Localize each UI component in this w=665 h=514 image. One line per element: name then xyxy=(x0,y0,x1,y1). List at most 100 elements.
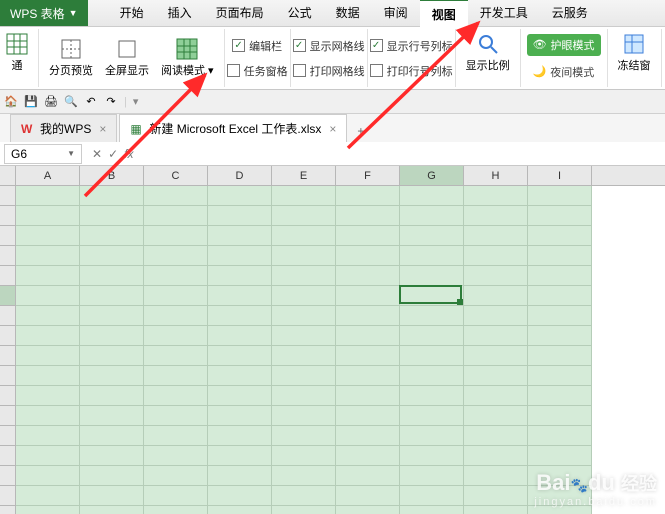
row-header[interactable] xyxy=(0,406,16,426)
cell[interactable] xyxy=(16,246,80,266)
column-header[interactable]: A xyxy=(16,166,80,185)
cell[interactable] xyxy=(272,346,336,366)
cell[interactable] xyxy=(144,366,208,386)
cell[interactable] xyxy=(272,286,336,306)
cell[interactable] xyxy=(272,466,336,486)
cell[interactable] xyxy=(80,466,144,486)
cell[interactable] xyxy=(336,426,400,446)
fullscreen-button[interactable]: 全屏显示 xyxy=(101,36,153,80)
cell[interactable] xyxy=(400,386,464,406)
cell[interactable] xyxy=(272,446,336,466)
checkbox-edit-bar[interactable]: ✓编辑栏 xyxy=(232,38,282,54)
menu-item-6[interactable]: 视图 xyxy=(420,0,468,28)
cell[interactable] xyxy=(400,246,464,266)
cell[interactable] xyxy=(336,446,400,466)
cell[interactable] xyxy=(16,406,80,426)
cell[interactable] xyxy=(16,306,80,326)
cell[interactable] xyxy=(400,186,464,206)
cell[interactable] xyxy=(336,486,400,506)
cell[interactable] xyxy=(528,406,592,426)
cell[interactable] xyxy=(400,346,464,366)
fx-icon[interactable]: fx xyxy=(124,147,133,161)
cell[interactable] xyxy=(400,466,464,486)
cell[interactable] xyxy=(16,366,80,386)
cell[interactable] xyxy=(272,506,336,514)
cell[interactable] xyxy=(336,406,400,426)
cell[interactable] xyxy=(80,266,144,286)
cell[interactable] xyxy=(400,306,464,326)
cell[interactable] xyxy=(336,366,400,386)
cell[interactable] xyxy=(80,386,144,406)
ribbon-partial-button[interactable]: 通 xyxy=(2,31,32,75)
cell[interactable] xyxy=(208,366,272,386)
cell[interactable] xyxy=(400,486,464,506)
cell[interactable] xyxy=(272,306,336,326)
cell[interactable] xyxy=(144,486,208,506)
read-mode-button[interactable]: 阅读模式 ▾ xyxy=(157,36,218,80)
row-header[interactable] xyxy=(0,506,16,514)
preview-icon[interactable]: 🔍 xyxy=(64,95,78,109)
cell[interactable] xyxy=(144,446,208,466)
cell[interactable] xyxy=(400,286,464,306)
print-icon[interactable]: 🖨 xyxy=(44,95,58,109)
cell[interactable] xyxy=(16,386,80,406)
row-header[interactable] xyxy=(0,306,16,326)
cell[interactable] xyxy=(208,326,272,346)
menu-item-4[interactable]: 数据 xyxy=(324,0,372,28)
cell[interactable] xyxy=(80,346,144,366)
quickbar-overflow-icon[interactable]: ▾ xyxy=(133,95,139,108)
doc-tab-mywps[interactable]: W 我的WPS × xyxy=(10,114,117,142)
column-header[interactable]: E xyxy=(272,166,336,185)
cancel-icon[interactable]: ✕ xyxy=(92,147,102,161)
cell[interactable] xyxy=(144,186,208,206)
cell[interactable] xyxy=(528,226,592,246)
cell[interactable] xyxy=(272,406,336,426)
row-header[interactable] xyxy=(0,326,16,346)
cell[interactable] xyxy=(208,266,272,286)
checkbox-gridlines[interactable]: ✓显示网格线 xyxy=(293,38,365,54)
cell[interactable] xyxy=(80,486,144,506)
cell[interactable] xyxy=(528,286,592,306)
cell[interactable] xyxy=(272,386,336,406)
cell[interactable] xyxy=(272,246,336,266)
cell[interactable] xyxy=(528,386,592,406)
cell[interactable] xyxy=(208,246,272,266)
cell[interactable] xyxy=(80,326,144,346)
cell[interactable] xyxy=(272,426,336,446)
cell[interactable] xyxy=(464,446,528,466)
cell[interactable] xyxy=(80,186,144,206)
cell[interactable] xyxy=(528,506,592,514)
cell[interactable] xyxy=(16,486,80,506)
column-header[interactable]: G xyxy=(400,166,464,185)
cell[interactable] xyxy=(464,206,528,226)
cell[interactable] xyxy=(144,266,208,286)
cell[interactable] xyxy=(208,226,272,246)
row-header[interactable] xyxy=(0,246,16,266)
cell[interactable] xyxy=(272,366,336,386)
cell[interactable] xyxy=(208,446,272,466)
cell[interactable] xyxy=(144,426,208,446)
cell[interactable] xyxy=(16,346,80,366)
cell[interactable] xyxy=(144,406,208,426)
checkbox-print-headings[interactable]: 打印行号列标 xyxy=(370,63,453,79)
cell[interactable] xyxy=(528,486,592,506)
cell[interactable] xyxy=(272,326,336,346)
row-header[interactable] xyxy=(0,266,16,286)
checkbox-headings[interactable]: ✓显示行号列标 xyxy=(370,38,453,54)
cell[interactable] xyxy=(80,426,144,446)
cell[interactable] xyxy=(208,426,272,446)
cell[interactable] xyxy=(272,226,336,246)
cell[interactable] xyxy=(464,226,528,246)
cell[interactable] xyxy=(208,346,272,366)
cell[interactable] xyxy=(336,226,400,246)
cell[interactable] xyxy=(80,506,144,514)
cell[interactable] xyxy=(272,486,336,506)
cell[interactable] xyxy=(336,186,400,206)
cell[interactable] xyxy=(208,486,272,506)
cell[interactable] xyxy=(208,206,272,226)
cell[interactable] xyxy=(16,426,80,446)
cell[interactable] xyxy=(144,246,208,266)
cell[interactable] xyxy=(464,326,528,346)
cell[interactable] xyxy=(144,346,208,366)
name-box[interactable]: G6 ▼ xyxy=(4,144,82,164)
